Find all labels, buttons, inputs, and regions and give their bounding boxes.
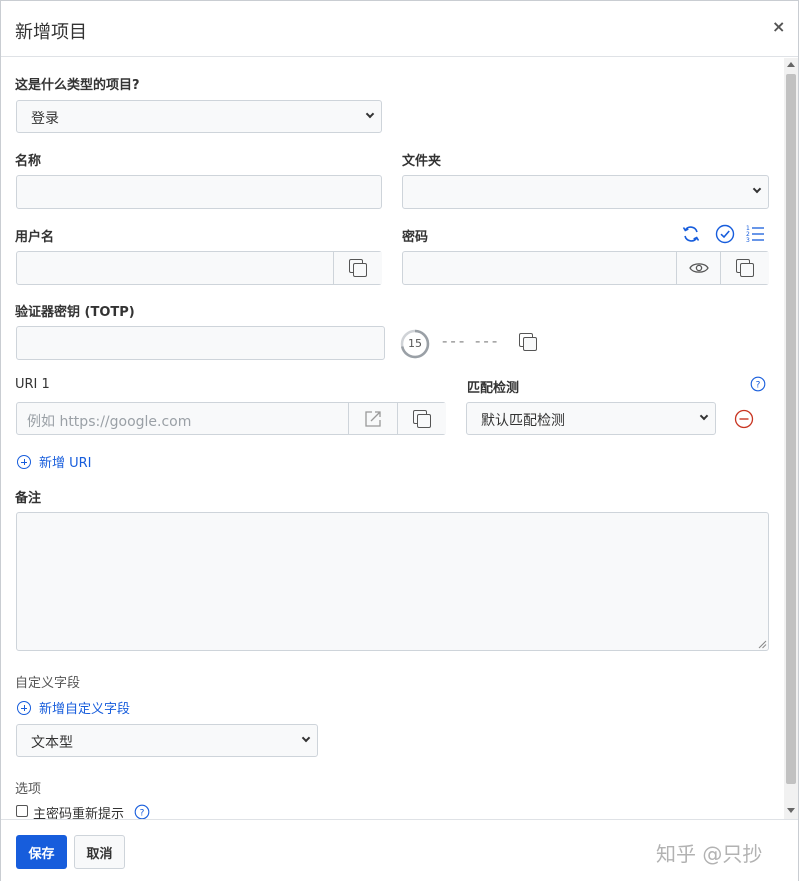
chevron-down-icon [699, 411, 709, 421]
copy-icon [413, 409, 431, 428]
copy-icon [349, 259, 367, 277]
notes-label: 备注 [15, 491, 42, 506]
totp-input[interactable] [16, 326, 385, 360]
add-custom-field-label: 新增自定义字段 [39, 702, 131, 717]
svg-text:3: 3 [746, 237, 750, 244]
copy-uri-button[interactable] [397, 403, 446, 434]
custom-field-type-value: 文本型 [31, 735, 73, 751]
custom-field-type-select[interactable]: 文本型 [16, 724, 318, 757]
uri-placeholder: 例如 https://google.com [27, 414, 192, 430]
uri-input[interactable]: 例如 https://google.com [16, 402, 446, 435]
dialog-header: 新增项目 × [1, 1, 798, 57]
username-label: 用户名 [15, 230, 55, 245]
reprompt-checkbox[interactable] [16, 805, 28, 817]
folder-select[interactable] [402, 175, 769, 209]
custom-fields-label: 自定义字段 [15, 676, 81, 691]
dialog-footer: 保存 取消 知乎 @只抄 [1, 819, 798, 881]
watermark: 知乎 @只抄 [656, 842, 763, 866]
name-label: 名称 [15, 154, 42, 169]
add-uri-link[interactable]: 新增 URI [17, 452, 92, 471]
totp-code: --- --- [442, 332, 501, 350]
question-circle-icon[interactable]: ? [134, 804, 150, 819]
item-type-select[interactable]: 登录 [16, 100, 382, 133]
check-circle-icon[interactable] [715, 224, 735, 244]
plus-circle-icon [17, 455, 31, 469]
eye-icon [688, 263, 709, 273]
match-detection-value: 默认匹配检测 [481, 413, 565, 429]
totp-label: 验证器密钥 (TOTP) [15, 305, 135, 320]
close-button[interactable]: × [772, 17, 785, 36]
chevron-down-icon [301, 733, 311, 743]
resize-handle-icon[interactable] [758, 640, 767, 649]
question-circle-icon[interactable]: ? [750, 376, 766, 392]
match-detection-select[interactable]: 默认匹配检测 [466, 402, 716, 435]
plus-circle-icon [17, 701, 31, 715]
reprompt-label: 主密码重新提示 [33, 807, 125, 819]
notes-textarea[interactable] [16, 512, 769, 651]
list-numbered-icon[interactable]: 1 2 3 [745, 224, 765, 244]
add-item-dialog: 新增项目 × 这是什么类型的项目? 登录 名称 文件夹 用户名 密码 1 2 3… [0, 0, 799, 881]
toggle-visibility-button[interactable] [676, 252, 720, 284]
copy-username-button[interactable] [333, 252, 382, 284]
add-custom-field-link[interactable]: 新增自定义字段 [17, 698, 130, 717]
cancel-button[interactable]: 取消 [74, 835, 125, 869]
chevron-down-icon [365, 109, 375, 119]
dialog-body: 这是什么类型的项目? 登录 名称 文件夹 用户名 密码 1 2 3 验证器密钥 … [1, 58, 783, 819]
save-button[interactable]: 保存 [16, 835, 67, 869]
name-input[interactable] [16, 175, 382, 209]
minus-circle-icon[interactable] [734, 409, 754, 429]
svg-text:?: ? [140, 809, 145, 819]
add-uri-label: 新增 URI [39, 456, 92, 471]
folder-label: 文件夹 [402, 154, 442, 169]
uri-label: URI 1 [15, 377, 50, 392]
launch-icon [365, 410, 381, 427]
refresh-icon[interactable] [681, 224, 701, 244]
match-detection-label: 匹配检测 [467, 381, 520, 396]
copy-icon [736, 259, 754, 277]
scroll-up-arrow-icon[interactable] [787, 62, 795, 67]
scroll-down-arrow-icon[interactable] [787, 808, 795, 813]
options-label: 选项 [15, 782, 42, 797]
body-scrollbar[interactable] [784, 58, 798, 819]
chevron-down-icon [752, 184, 762, 194]
item-type-value: 登录 [31, 111, 59, 127]
scrollbar-thumb[interactable] [786, 74, 796, 784]
password-input[interactable] [402, 251, 769, 285]
countdown-number: 15 [408, 337, 422, 350]
launch-uri-button[interactable] [348, 403, 397, 434]
copy-password-button[interactable] [720, 252, 769, 284]
dialog-title: 新增项目 [15, 22, 87, 43]
username-input[interactable] [16, 251, 382, 285]
totp-countdown: 15 [400, 329, 430, 359]
password-label: 密码 [402, 230, 429, 245]
svg-text:?: ? [756, 381, 761, 391]
item-type-label: 这是什么类型的项目? [15, 78, 140, 93]
